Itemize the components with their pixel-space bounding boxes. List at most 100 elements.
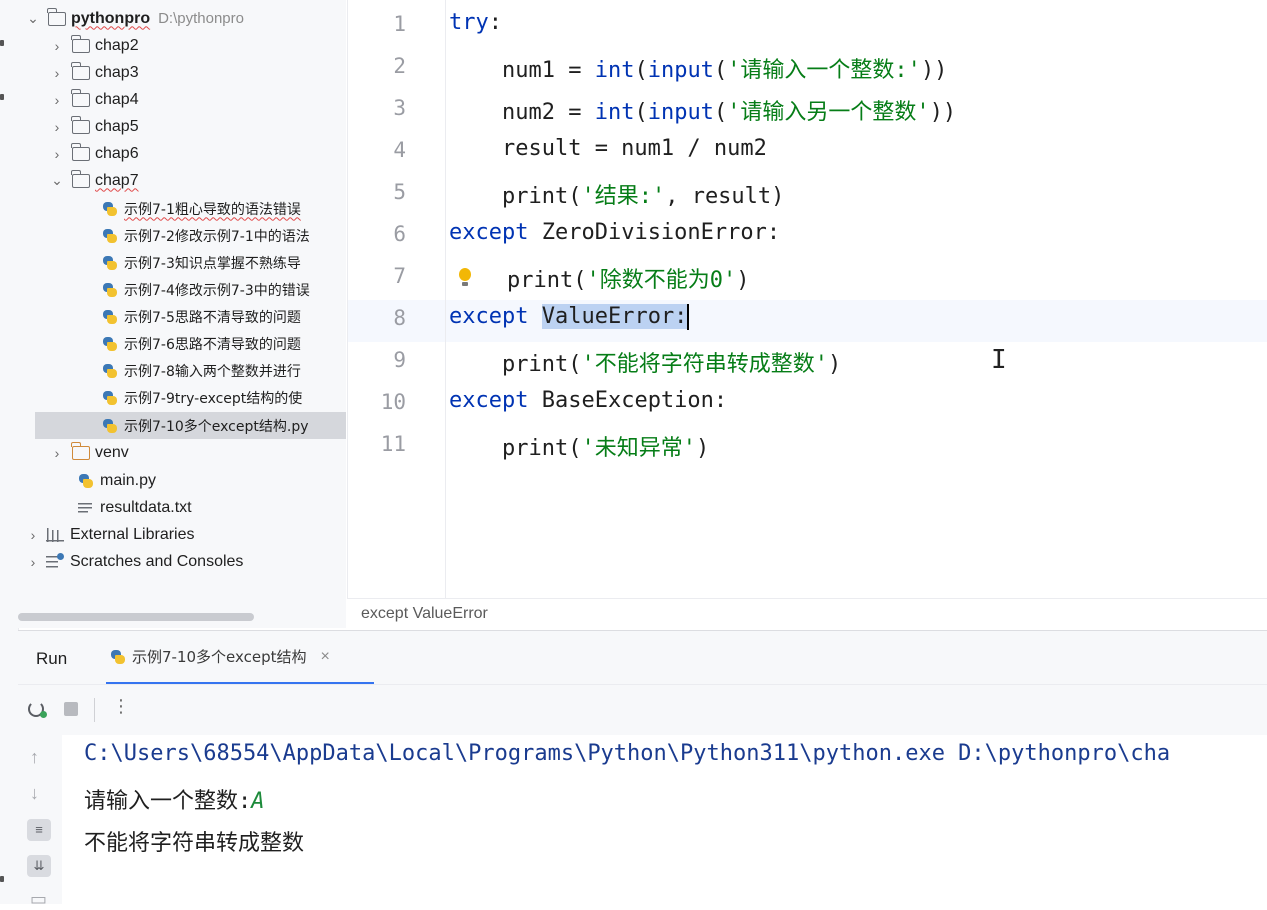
keyword: except: [449, 304, 529, 329]
line-gutter: 1 2 3 4 5 6 7 8 9 10 11: [348, 0, 446, 598]
root-path: D:\pythonpro: [158, 10, 244, 27]
folder-label: chap4: [95, 90, 139, 108]
tree-item-main[interactable]: main.py: [18, 467, 346, 494]
string-literal: '请输入一个整数:': [727, 58, 921, 83]
stop-icon[interactable]: [64, 702, 78, 716]
file-label: 示例7-8输入两个整数并进行: [124, 363, 301, 380]
keyword: except: [449, 220, 529, 245]
tree-item-file[interactable]: 示例7-8输入两个整数并进行: [18, 357, 346, 384]
code-line-4: result = num1 / num2: [449, 136, 767, 161]
tree-item-file[interactable]: 示例7-4修改示例7-3中的错误: [18, 276, 346, 303]
folder-icon: [71, 441, 90, 460]
string-literal: '请输入另一个整数': [727, 100, 930, 125]
tree-item-venv[interactable]: › venv: [18, 439, 346, 466]
tree-item-file[interactable]: 示例7-6思路不清导致的问题: [18, 330, 346, 357]
breadcrumb[interactable]: except ValueError: [361, 605, 488, 623]
tree-item-resultdata[interactable]: resultdata.txt: [18, 494, 346, 521]
chevron-right-icon[interactable]: ›: [50, 92, 64, 108]
folder-icon: [71, 88, 90, 107]
strip-marker: [0, 40, 4, 46]
chevron-right-icon[interactable]: ›: [50, 65, 64, 81]
python-file-icon: [102, 255, 118, 271]
run-title[interactable]: Run: [36, 649, 67, 669]
print-icon[interactable]: ▭: [30, 889, 47, 910]
run-config-tab[interactable]: 示例7-10多个except结构 ×: [106, 631, 374, 685]
chevron-right-icon[interactable]: ›: [50, 119, 64, 135]
console-user-input: A: [251, 789, 265, 814]
tree-item-file[interactable]: 示例7-2修改示例7-1中的语法: [18, 222, 346, 249]
code-editor[interactable]: 1 2 3 4 5 6 7 8 9 10 11 try: num1 = int(…: [347, 0, 1267, 598]
folder-label: chap2: [95, 36, 139, 54]
line-number: 4: [393, 138, 406, 162]
code-text: num1 =: [449, 58, 595, 83]
folder-label: chap5: [95, 117, 139, 135]
chevron-right-icon[interactable]: ›: [50, 146, 64, 162]
tree-horizontal-scrollbar[interactable]: [18, 613, 254, 621]
chevron-right-icon[interactable]: ›: [26, 527, 40, 543]
file-label: resultdata.txt: [100, 498, 192, 516]
tree-item-chap4[interactable]: › chap4: [18, 86, 346, 113]
string-literal: '未知异常': [581, 436, 696, 461]
chevron-right-icon[interactable]: ›: [50, 38, 64, 54]
tree-item-chap5[interactable]: › chap5: [18, 113, 346, 140]
folder-icon: [71, 34, 90, 53]
folder-label: chap7: [95, 171, 139, 189]
tree-item-file[interactable]: 示例7-3知识点掌握不熟练导: [18, 249, 346, 276]
file-label: 示例7-5思路不清导致的问题: [124, 309, 301, 326]
tree-item-chap3[interactable]: › chap3: [18, 59, 346, 86]
tree-item-file[interactable]: 示例7-9try-except结构的使: [18, 384, 346, 411]
tree-item-chap7[interactable]: ⌄ chap7: [18, 167, 346, 194]
line-number: 11: [380, 432, 406, 456]
code-line-11: print('未知异常'): [449, 430, 709, 462]
console-command-line: C:\Users\68554\AppData\Local\Programs\Py…: [84, 741, 1171, 766]
tree-item-scratches[interactable]: › Scratches and Consoles: [18, 548, 346, 575]
chevron-right-icon[interactable]: ›: [50, 445, 64, 461]
code-text: (: [634, 100, 648, 125]
folder-icon: [71, 142, 90, 161]
folder-label: chap6: [95, 144, 139, 162]
console-side-toolbar: ↑ ↓ ≡ ⇊ ▭: [18, 735, 63, 909]
scratches-icon: [46, 552, 64, 569]
tree-item-chap2[interactable]: › chap2: [18, 32, 346, 59]
python-file-icon: [102, 390, 118, 406]
project-tree: ⌄ pythonpro D:\pythonpro › chap2 › chap3…: [18, 0, 346, 628]
soft-wrap-icon[interactable]: ≡: [27, 819, 51, 841]
python-file-icon: [102, 418, 118, 434]
python-file-icon: [102, 309, 118, 325]
python-file-icon: [78, 473, 94, 489]
tree-item-chap6[interactable]: › chap6: [18, 140, 346, 167]
code-text: )): [929, 100, 957, 125]
scroll-to-end-icon[interactable]: ⇊: [27, 855, 51, 877]
line-number: 8: [393, 306, 406, 330]
chevron-down-icon[interactable]: ⌄: [26, 10, 40, 27]
code-line-2: num1 = int(input('请输入一个整数:')): [449, 52, 947, 84]
chevron-down-icon[interactable]: ⌄: [50, 172, 64, 189]
arrow-down-icon[interactable]: ↓: [30, 783, 39, 804]
arrow-up-icon[interactable]: ↑: [30, 747, 39, 768]
file-label: 示例7-10多个except结构.py: [124, 418, 309, 435]
tree-item-file[interactable]: 示例7-1粗心导致的语法错误: [18, 195, 346, 222]
tree-item-root[interactable]: ⌄ pythonpro D:\pythonpro: [18, 5, 346, 32]
close-icon[interactable]: ×: [321, 648, 330, 666]
tree-item-file[interactable]: 示例7-5思路不清导致的问题: [18, 303, 346, 330]
code-text: ): [827, 352, 842, 377]
python-file-icon: [102, 201, 118, 217]
file-label: main.py: [100, 471, 157, 489]
rerun-icon[interactable]: [28, 701, 47, 718]
chevron-right-icon[interactable]: ›: [26, 554, 40, 570]
builtin: int: [594, 100, 635, 125]
tree-item-external-libraries[interactable]: › External Libraries: [18, 521, 346, 548]
string-literal: '结果:': [581, 184, 666, 209]
more-options-icon[interactable]: ⋮: [112, 697, 130, 715]
editor-breadcrumb-bar: except ValueError: [347, 598, 1267, 629]
tree-label: Scratches and Consoles: [70, 552, 244, 570]
tree-label: External Libraries: [70, 525, 195, 543]
line-number: 2: [393, 54, 406, 78]
file-label: 示例7-6思路不清导致的问题: [124, 336, 301, 353]
code-line-1: try:: [449, 10, 502, 35]
tree-item-file-selected[interactable]: 示例7-10多个except结构.py: [35, 412, 346, 439]
code-line-8: except ValueError:: [449, 304, 690, 330]
code-line-10: except BaseException:: [449, 388, 727, 413]
console-output[interactable]: C:\Users\68554\AppData\Local\Programs\Py…: [62, 735, 1267, 904]
lightbulb-icon[interactable]: [458, 268, 472, 290]
